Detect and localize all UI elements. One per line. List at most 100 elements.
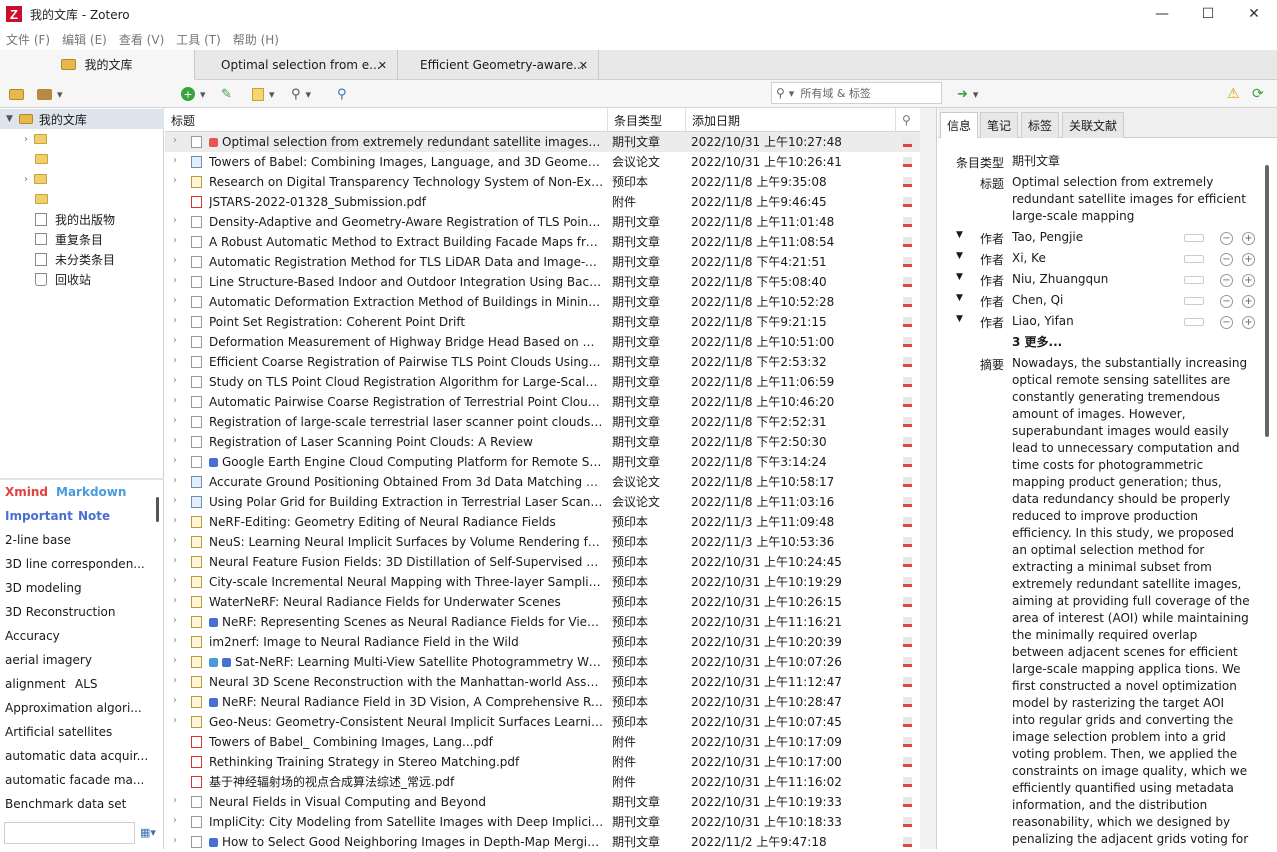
- pdf-attachment-icon[interactable]: [903, 477, 912, 487]
- remove-author-icon[interactable]: −: [1220, 294, 1233, 308]
- table-row[interactable]: Rethinking Training Strategy in Stereo M…: [165, 752, 920, 772]
- pdf-attachment-icon[interactable]: [903, 617, 912, 627]
- table-row[interactable]: › Automatic Registration Method for TLS L…: [165, 252, 920, 272]
- new-collection-button[interactable]: [9, 85, 24, 103]
- chevron-right-icon[interactable]: ›: [173, 375, 177, 386]
- remove-author-icon[interactable]: −: [1220, 273, 1233, 287]
- tag-xmind[interactable]: Xmind: [5, 482, 48, 502]
- sync-button[interactable]: ⟳: [1252, 85, 1264, 103]
- menu-view[interactable]: 查看 (V): [113, 31, 170, 48]
- pdf-attachment-icon[interactable]: [903, 697, 912, 707]
- pdf-attachment-icon[interactable]: [903, 337, 912, 347]
- chevron-right-icon[interactable]: ›: [173, 615, 177, 626]
- tag-item[interactable]: Approximation algori...: [5, 698, 142, 718]
- tab-library[interactable]: 我的文库: [0, 50, 195, 80]
- table-row[interactable]: › A Robust Automatic Method to Extract Bu…: [165, 232, 920, 252]
- column-title[interactable]: 标题: [165, 108, 608, 132]
- chevron-right-icon[interactable]: ›: [173, 695, 177, 706]
- pdf-attachment-icon[interactable]: [903, 357, 912, 367]
- pdf-attachment-icon[interactable]: [903, 177, 912, 187]
- table-row[interactable]: › NeRF: Neural Radiance Field in 3D Visio…: [165, 692, 920, 712]
- author-mode-toggle[interactable]: [1184, 276, 1204, 284]
- pdf-attachment-icon[interactable]: [903, 277, 912, 287]
- items-scrollbar[interactable]: [920, 108, 937, 849]
- table-row[interactable]: › Automatic Deformation Extraction Method…: [165, 292, 920, 312]
- pdf-attachment-icon[interactable]: [903, 537, 912, 547]
- tag-item[interactable]: 2-line base: [5, 530, 71, 550]
- chevron-right-icon[interactable]: ›: [173, 415, 177, 426]
- pdf-attachment-icon[interactable]: [903, 557, 912, 567]
- close-tab-icon[interactable]: ✕: [378, 59, 387, 72]
- pdf-attachment-icon[interactable]: [903, 137, 912, 147]
- new-item-button[interactable]: + ▾: [181, 85, 206, 103]
- pdf-attachment-icon[interactable]: [903, 637, 912, 647]
- chevron-right-icon[interactable]: ›: [173, 635, 177, 646]
- add-by-identifier-button[interactable]: ✎: [221, 85, 232, 103]
- pdf-attachment-icon[interactable]: [903, 597, 912, 607]
- table-row[interactable]: › im2nerf: Image to Neural Radiance Field…: [165, 632, 920, 652]
- tab-reader-2[interactable]: Efficient Geometry-aware... ✕: [398, 50, 599, 80]
- collection-item[interactable]: [0, 189, 164, 209]
- column-item-type[interactable]: 条目类型: [608, 108, 686, 132]
- chevron-right-icon[interactable]: ›: [173, 235, 177, 246]
- remove-author-icon[interactable]: −: [1220, 231, 1233, 245]
- remove-author-icon[interactable]: −: [1220, 252, 1233, 266]
- search-field[interactable]: ⚲ ▾ 所有域 & 标签: [771, 82, 942, 104]
- chevron-right-icon[interactable]: ›: [173, 835, 177, 846]
- pdf-attachment-icon[interactable]: [903, 157, 912, 167]
- table-row[interactable]: JSTARS-2022-01328_Submission.pdf 附件 2022/1…: [165, 192, 920, 212]
- table-row[interactable]: › Geo-Neus: Geometry-Consistent Neural Im…: [165, 712, 920, 732]
- pdf-attachment-icon[interactable]: [903, 457, 912, 467]
- tag-item[interactable]: automatic facade ma...: [5, 770, 144, 790]
- table-row[interactable]: › Point Set Registration: Coherent Point …: [165, 312, 920, 332]
- chevron-right-icon[interactable]: ›: [173, 455, 177, 466]
- chevron-right-icon[interactable]: ›: [24, 134, 28, 145]
- tag-actions-icon[interactable]: ▦▾: [140, 826, 156, 839]
- warning-button[interactable]: ⚠: [1227, 85, 1240, 103]
- chevron-right-icon[interactable]: ›: [173, 255, 177, 266]
- tag-item[interactable]: aerial imagery: [5, 650, 92, 670]
- chevron-right-icon[interactable]: ›: [173, 535, 177, 546]
- table-row[interactable]: › ImpliCity: City Modeling from Satellite…: [165, 812, 920, 832]
- new-note-button[interactable]: ▾: [252, 85, 275, 103]
- library-menu-button[interactable]: ▾: [37, 85, 63, 103]
- pdf-attachment-icon[interactable]: [903, 397, 912, 407]
- chevron-down-icon[interactable]: ▼: [6, 114, 13, 124]
- pdf-attachment-icon[interactable]: [903, 657, 912, 667]
- pdf-attachment-icon[interactable]: [903, 237, 912, 247]
- chevron-right-icon[interactable]: ›: [173, 795, 177, 806]
- search-mode-dropdown-icon[interactable]: ▾: [789, 87, 795, 100]
- chevron-down-icon[interactable]: ▼: [956, 293, 963, 303]
- title-value[interactable]: Optimal selection from extremely redunda…: [1012, 174, 1250, 225]
- add-author-icon[interactable]: +: [1242, 252, 1255, 266]
- chevron-down-icon[interactable]: ▼: [956, 251, 963, 261]
- maximize-button[interactable]: ☐: [1185, 0, 1231, 28]
- table-row[interactable]: › WaterNeRF: Neural Radiance Fields for U…: [165, 592, 920, 612]
- table-row[interactable]: › Automatic Pairwise Coarse Registration …: [165, 392, 920, 412]
- chevron-right-icon[interactable]: ›: [24, 174, 28, 185]
- table-row[interactable]: › Efficient Coarse Registration of Pairwi…: [165, 352, 920, 372]
- tab-info[interactable]: 信息: [940, 112, 979, 138]
- minimize-button[interactable]: —: [1139, 0, 1185, 28]
- item-pane-scrollbar[interactable]: [1265, 165, 1269, 437]
- chevron-right-icon[interactable]: ›: [173, 815, 177, 826]
- author-mode-toggle[interactable]: [1184, 255, 1204, 263]
- chevron-right-icon[interactable]: ›: [173, 435, 177, 446]
- tag-filter-input[interactable]: [4, 822, 135, 844]
- table-row[interactable]: › Neural Fields in Visual Computing and B…: [165, 792, 920, 812]
- pdf-attachment-icon[interactable]: [903, 417, 912, 427]
- pdf-attachment-icon[interactable]: [903, 217, 912, 227]
- pdf-attachment-icon[interactable]: [903, 757, 912, 767]
- chevron-right-icon[interactable]: ›: [173, 715, 177, 726]
- chevron-right-icon[interactable]: ›: [173, 335, 177, 346]
- table-row[interactable]: › Deformation Measurement of Highway Brid…: [165, 332, 920, 352]
- add-author-icon[interactable]: +: [1242, 273, 1255, 287]
- collection-my-library[interactable]: ▼ 我的文库: [0, 109, 164, 129]
- tab-tags[interactable]: 标签: [1021, 112, 1060, 138]
- tab-reader-1[interactable]: Optimal selection from e... ✕: [195, 50, 398, 80]
- abstract-value[interactable]: Nowadays, the substantially increasing o…: [1012, 355, 1250, 849]
- pdf-attachment-icon[interactable]: [903, 257, 912, 267]
- pdf-attachment-icon[interactable]: [903, 437, 912, 447]
- tag-scrollbar[interactable]: [156, 497, 159, 522]
- collection-unfiled[interactable]: 未分类条目: [0, 249, 164, 269]
